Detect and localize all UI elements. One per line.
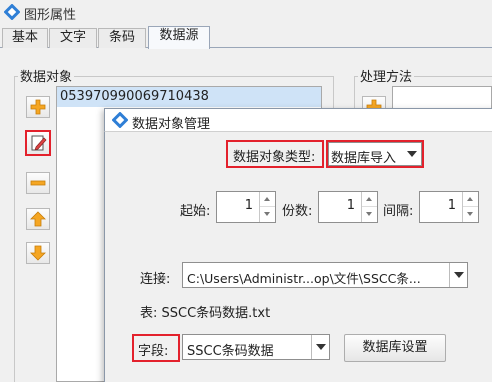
connection-label: 连接: [140,272,171,287]
dialog-app-icon [111,111,129,129]
table-label: 表: SSCC条码数据.txt [140,306,271,321]
connection-value: C:\Users\Administr...op\文件\SSCC条... [187,271,421,286]
field-select[interactable]: SSCC条码数据 [182,334,330,360]
spin-down-icon[interactable] [362,207,377,222]
spin-down-icon[interactable] [463,207,478,222]
interval-spinner[interactable]: 1 [419,191,479,223]
type-select[interactable]: 数据库导入 [328,142,422,166]
start-label: 起始: [180,204,211,219]
count-value: 1 [346,198,355,213]
add-button[interactable] [26,96,50,118]
move-down-button[interactable] [26,242,50,264]
chevron-down-icon[interactable] [403,143,421,165]
chevron-down-icon[interactable] [311,335,329,359]
interval-label: 间隔: [383,204,414,219]
spin-up-icon[interactable] [260,192,275,207]
tab-datasource[interactable]: 数据源 [148,26,210,49]
window-title: 图形属性 [24,8,77,23]
count-spinner[interactable]: 1 [318,191,378,223]
field-label: 字段: [138,344,169,359]
start-value: 1 [244,198,253,213]
start-spinner[interactable]: 1 [216,191,276,223]
move-up-button[interactable] [26,208,50,230]
app-icon [3,3,21,21]
list-item[interactable]: 053970990069710438 [57,87,321,107]
tab-barcode[interactable]: 条码 [98,28,146,48]
db-settings-button[interactable]: 数据库设置 [344,334,446,362]
processing-label: 处理方法 [358,66,415,85]
remove-icon [30,180,46,186]
spin-up-icon[interactable] [463,192,478,207]
tab-basic[interactable]: 基本 [2,28,48,48]
spin-up-icon[interactable] [362,192,377,207]
data-objects-label: 数据对象 [18,66,75,85]
remove-button[interactable] [26,172,50,194]
field-value: SSCC条码数据 [187,344,274,359]
spin-down-icon[interactable] [260,207,275,222]
connection-select[interactable]: C:\Users\Administr...op\文件\SSCC条... [182,262,468,288]
edit-button[interactable] [25,130,51,156]
type-select-value: 数据库导入 [331,151,397,166]
type-label: 数据对象类型: [233,150,316,165]
tab-strip: 基本 文字 条码 数据源 [0,26,492,49]
chevron-down-icon[interactable] [449,263,467,287]
interval-value: 1 [447,198,456,213]
move-down-icon [30,245,46,261]
add-icon [30,99,46,115]
move-up-icon [30,211,46,227]
tab-text[interactable]: 文字 [49,28,97,48]
dialog-title: 数据对象管理 [132,117,211,132]
count-label: 份数: [282,204,313,219]
edit-icon [31,135,47,151]
